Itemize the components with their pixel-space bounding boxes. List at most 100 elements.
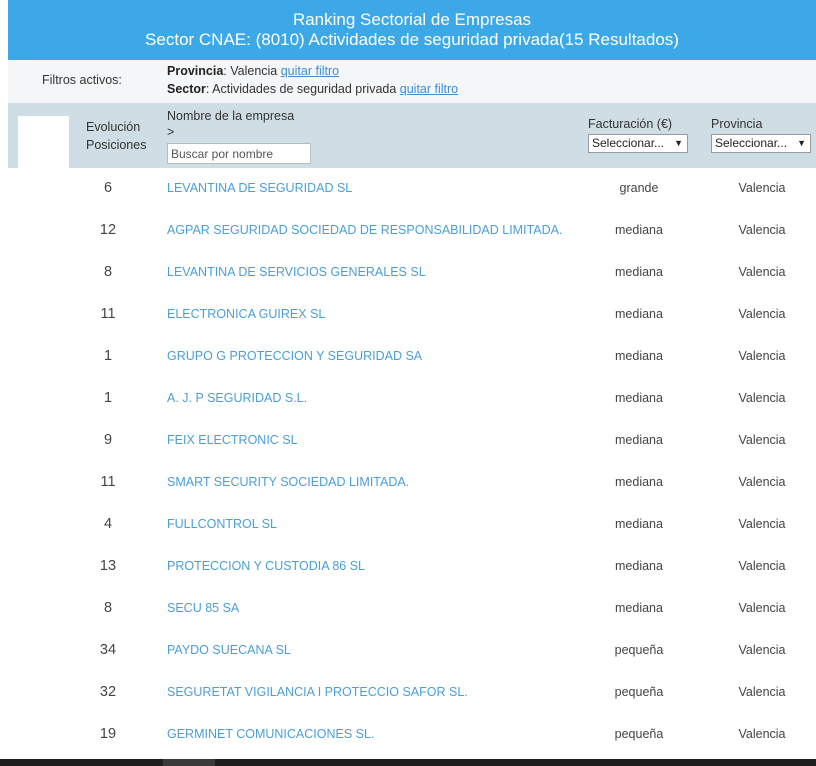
table-row: 13 PROTECCION Y CUSTODIA 86 SL mediana V… [8,546,816,588]
revenue-size: mediana [615,391,663,405]
remove-sector-filter-link[interactable]: quitar filtro [400,82,458,96]
province-value: Valencia [738,307,786,321]
page-banner: Ranking Sectorial de Empresas Sector CNA… [8,0,816,60]
company-name-link[interactable]: AGPAR SEGURIDAD SOCIEDAD DE RESPONSABILI… [167,223,562,237]
company-name-link[interactable]: FEIX ELECTRONIC SL [167,433,298,447]
table-row: 8 LEVANTINA DE SERVICIOS GENERALES SL me… [8,252,816,294]
revenue-size: mediana [615,517,663,531]
company-name-link[interactable]: ELECTRONICA GUIREX SL [167,307,325,321]
table-row: 11 ELECTRONICA GUIREX SL mediana Valenci… [8,294,816,336]
rank-value: 11 [100,306,116,322]
table-row: 8 SECU 85 SA mediana Valencia [8,588,816,630]
company-name-link[interactable]: LEVANTINA DE SEGURIDAD SL [167,181,352,195]
revenue-column-header: Facturación (€) [588,117,673,131]
table-row: 6 LEVANTINA DE SEGURIDAD SL grande Valen… [8,168,816,210]
table-row: 9 FEIX ELECTRONIC SL mediana Valencia [8,420,816,462]
rank-value: 4 [103,516,113,532]
triangle-down-icon: ▼ [674,138,683,148]
logo-column-placeholder [18,116,69,168]
table-row: 1 GRUPO G PROTECCION Y SEGURIDAD SA medi… [8,336,816,378]
rank-value: 12 [99,222,117,238]
revenue-size: pequeña [614,685,664,699]
company-name-link[interactable]: SEGURETAT VIGILANCIA I PROTECCIO SAFOR S… [167,685,468,699]
table-header: Evolución Posiciones Nombre de la empres… [8,103,816,168]
rank-value: 13 [99,558,117,574]
filter-provincia: Provincia: Valencia quitar filtro [167,64,339,78]
province-value: Valencia [738,727,786,741]
revenue-size: mediana [615,559,663,573]
company-name-link[interactable]: FULLCONTROL SL [167,517,277,531]
table-row: 1 A. J. P SEGURIDAD S.L. mediana Valenci… [8,378,816,420]
province-value: Valencia [738,433,786,447]
table-row: 34 PAYDO SUECANA SL pequeña Valencia [8,630,816,672]
province-value: Valencia [738,265,786,279]
evolution-column-header: Evolución Posiciones [86,118,146,154]
revenue-size: mediana [615,475,663,489]
company-name-link[interactable]: LEVANTINA DE SERVICIOS GENERALES SL [167,265,426,279]
filter-sector: Sector: Actividades de seguridad privada… [167,82,458,96]
remove-provincia-filter-link[interactable]: quitar filtro [281,64,339,78]
province-select-value: Seleccionar... [715,136,788,150]
scrollbar-thumb[interactable] [163,759,215,766]
page-title: Ranking Sectorial de Empresas [292,10,532,29]
evolution-header-line2: Posiciones [86,138,147,152]
province-value: Valencia [738,391,786,405]
evolution-header-line1: Evolución [86,120,141,134]
province-value: Valencia [738,223,786,237]
company-name-link[interactable]: SECU 85 SA [167,601,239,615]
revenue-size: mediana [615,307,663,321]
company-name-link[interactable]: A. J. P SEGURIDAD S.L. [167,391,307,405]
rank-value: 11 [100,474,116,490]
province-select[interactable]: Seleccionar... ▼ [711,134,811,153]
active-filters-label: Filtros activos: [42,73,122,87]
table-row: 4 FULLCONTROL SL mediana Valencia [8,504,816,546]
province-value: Valencia [738,181,786,195]
search-by-name-input[interactable] [167,143,311,164]
rank-value: 9 [103,432,113,448]
filter-provincia-key: Provincia [167,64,224,78]
company-name-link[interactable]: PAYDO SUECANA SL [167,643,291,657]
company-name-link[interactable]: GRUPO G PROTECCION Y SEGURIDAD SA [167,349,422,363]
rank-value: 19 [99,726,117,742]
revenue-size: mediana [615,265,663,279]
filter-sector-key: Sector [167,82,206,96]
company-list: 6 LEVANTINA DE SEGURIDAD SL grande Valen… [8,168,816,756]
table-row: 12 AGPAR SEGURIDAD SOCIEDAD DE RESPONSAB… [8,210,816,252]
company-name-link[interactable]: SMART SECURITY SOCIEDAD LIMITADA. [167,475,409,489]
rank-value: 34 [99,642,117,658]
rank-value: 8 [103,264,113,280]
revenue-size: mediana [615,601,663,615]
sort-indicator[interactable]: > [167,124,294,140]
revenue-size: pequeña [614,643,664,657]
revenue-select[interactable]: Seleccionar... ▼ [588,134,688,153]
company-name-column-header[interactable]: Nombre de la empresa > [167,108,294,140]
revenue-size: mediana [615,349,663,363]
rank-value: 1 [103,348,113,364]
triangle-down-icon: ▼ [797,138,806,148]
active-filters-bar: Filtros activos: Provincia: Valencia qui… [8,60,816,103]
province-value: Valencia [738,643,786,657]
rank-value: 32 [99,684,117,700]
page-subtitle: Sector CNAE: (8010) Actividades de segur… [145,30,679,49]
province-value: Valencia [738,601,786,615]
table-row: 19 GERMINET COMUNICACIONES SL. pequeña V… [8,714,816,756]
province-value: Valencia [738,517,786,531]
province-value: Valencia [738,685,786,699]
province-value: Valencia [738,349,786,363]
revenue-size: mediana [615,433,663,447]
rank-value: 6 [103,180,113,196]
company-name-link[interactable]: GERMINET COMUNICACIONES SL. [167,727,374,741]
province-value: Valencia [738,475,786,489]
revenue-select-value: Seleccionar... [592,136,665,150]
revenue-size: mediana [615,223,663,237]
revenue-size: pequeña [614,727,664,741]
horizontal-scrollbar[interactable] [0,759,816,766]
rank-value: 1 [103,390,113,406]
company-name-header-label: Nombre de la empresa [167,109,295,123]
province-column-header: Provincia [711,117,763,131]
company-name-link[interactable]: PROTECCION Y CUSTODIA 86 SL [167,559,365,573]
province-value: Valencia [738,559,786,573]
table-row: 32 SEGURETAT VIGILANCIA I PROTECCIO SAFO… [8,672,816,714]
rank-value: 8 [103,600,113,616]
table-row: 11 SMART SECURITY SOCIEDAD LIMITADA. med… [8,462,816,504]
